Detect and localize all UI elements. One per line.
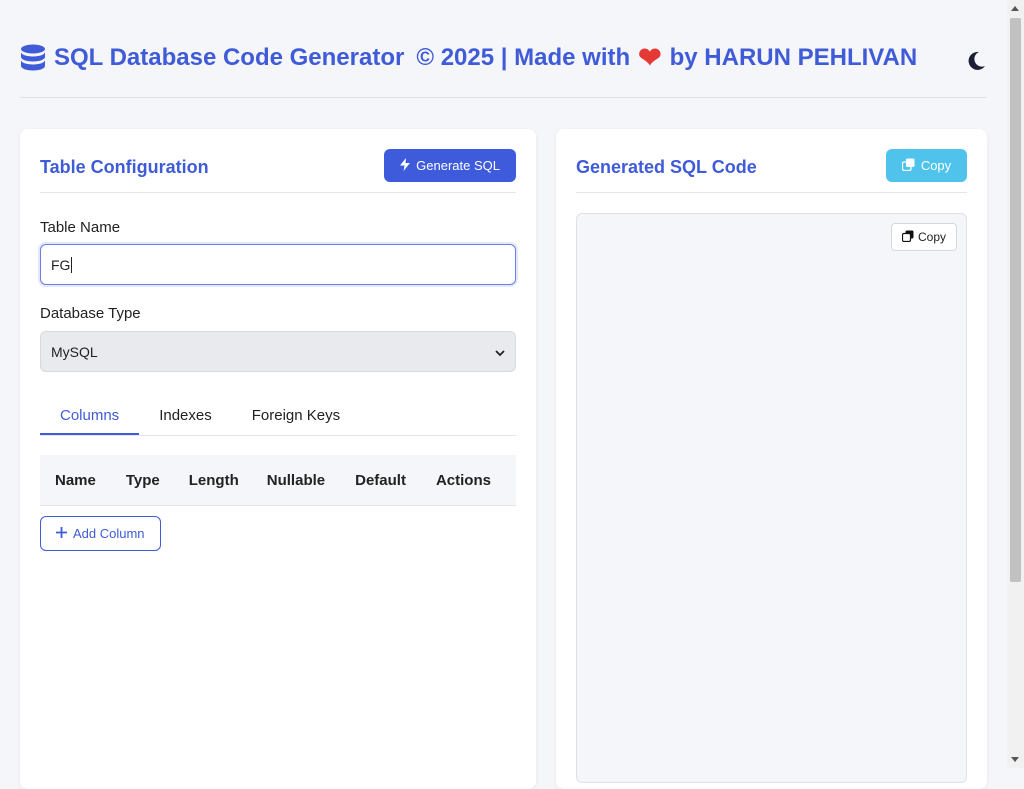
scroll-up-arrow-icon[interactable] [1011,6,1019,11]
table-name-input[interactable]: FG [40,244,516,285]
table-name-label: Table Name [40,219,121,236]
panel-title: Table Configuration [40,157,209,177]
scroll-thumb[interactable] [1010,18,1021,582]
heart-icon: ❤ [638,42,662,73]
copy-button[interactable]: Copy [886,149,967,182]
bolt-icon [400,157,411,174]
tab-columns[interactable]: Columns [40,397,140,435]
column-header-nullable: Nullable [266,471,326,489]
database-type-label: Database Type [40,305,141,322]
config-tabs: Columns Indexes Foreign Keys [40,397,516,436]
copyright-text: © 2025 | Made with [416,44,631,71]
plus-icon [56,526,67,541]
page-title: SQL Database Code Generator © 2025 | Mad… [20,44,917,72]
generated-sql-panel: Generated SQL Code Copy Copy [556,129,987,789]
tab-indexes[interactable]: Indexes [139,397,232,434]
database-type-select[interactable]: MySQL [40,331,516,372]
add-column-button[interactable]: Add Column [40,516,161,551]
app-title: SQL Database Code Generator [54,44,405,71]
code-copy-button[interactable]: Copy [890,223,957,251]
page-header: SQL Database Code Generator © 2025 | Mad… [20,40,987,98]
generate-sql-label: Generate SQL [416,158,500,173]
chevron-down-icon [495,344,505,360]
database-type-value: MySQL [51,343,98,360]
add-column-label: Add Column [73,526,145,541]
sql-code-output[interactable]: Copy [576,213,967,783]
tab-foreign-keys[interactable]: Foreign Keys [232,397,360,434]
author-text: by HARUN PEHLIVAN [669,44,918,71]
code-copy-label: Copy [917,230,946,244]
table-configuration-panel: Table Configuration Generate SQL Table N… [20,129,536,789]
table-name-value: FG [51,256,71,273]
divider [576,192,967,193]
columns-table-header: Name Type Length Nullable Default Action… [40,455,516,506]
moon-icon[interactable] [965,50,987,72]
page-scrollbar[interactable] [1007,0,1024,768]
column-header-type: Type [125,471,160,489]
column-header-name: Name [55,471,96,489]
panel-title: Generated SQL Code [576,157,757,177]
generate-sql-button[interactable]: Generate SQL [384,149,516,182]
text-caret [71,256,73,273]
scroll-down-arrow-icon[interactable] [1011,757,1019,762]
database-icon [20,44,46,72]
divider [40,192,516,193]
copy-icon [901,158,915,174]
copy-icon [901,230,914,245]
copy-label: Copy [920,158,952,173]
column-header-actions: Actions [435,471,491,489]
column-header-length: Length [188,471,239,489]
column-header-default: Default [355,471,406,489]
